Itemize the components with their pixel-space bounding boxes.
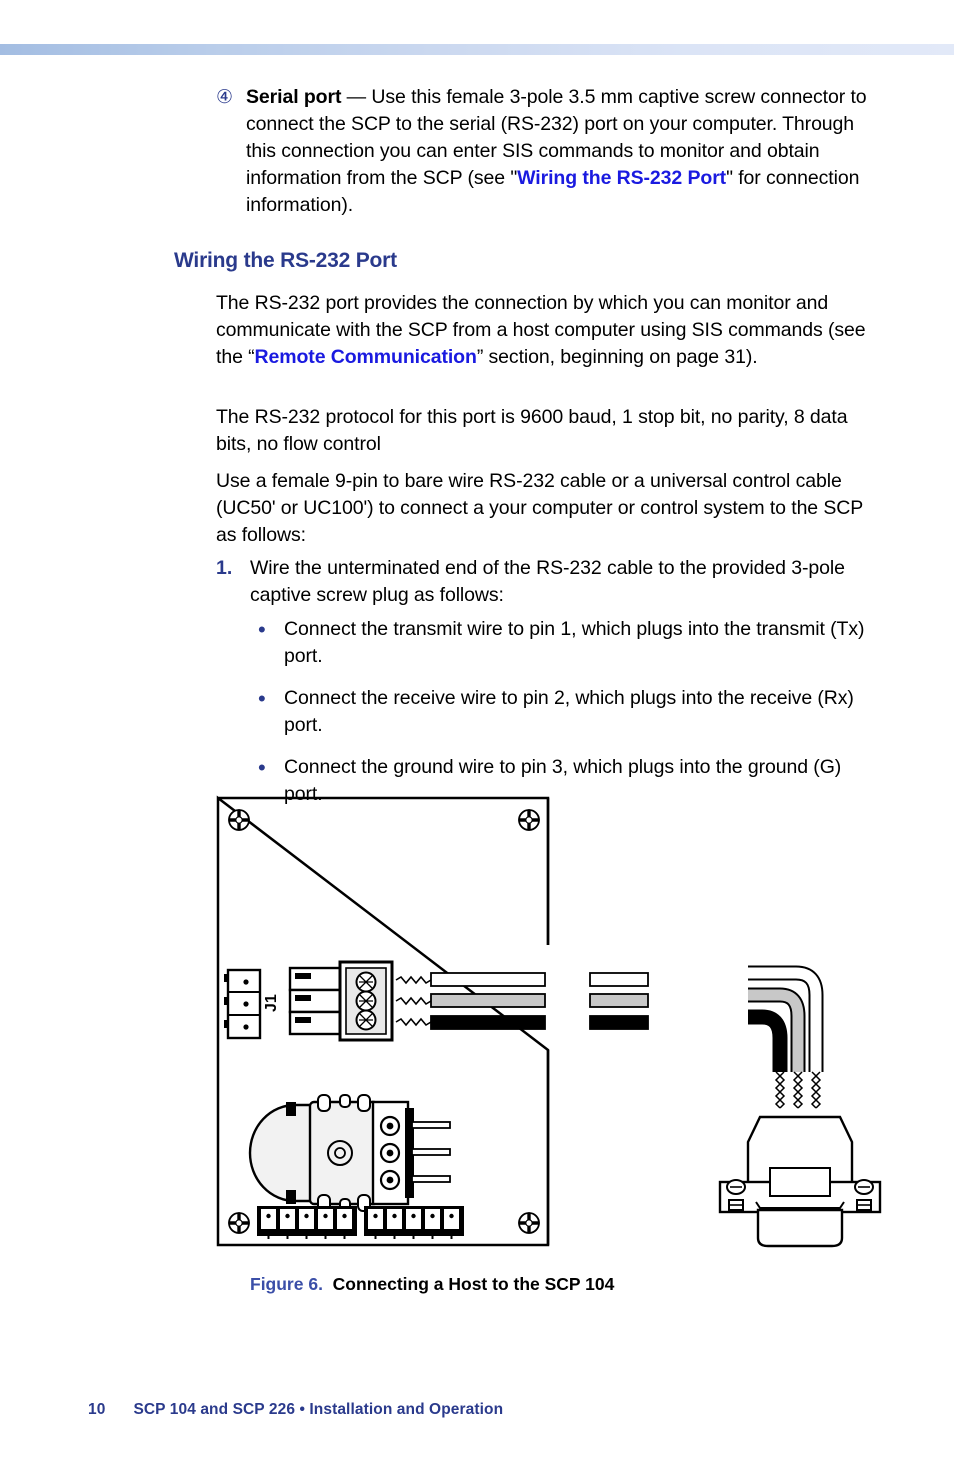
figure-number: Figure 6. xyxy=(250,1274,323,1294)
step-item-1: 1. Wire the unterminated end of the RS-2… xyxy=(216,555,876,609)
link-remote-communication[interactable]: Remote Communication xyxy=(255,346,477,368)
list-item: • Connect the transmit wire to pin 1, wh… xyxy=(252,616,882,670)
header-gradient-bar xyxy=(0,44,954,55)
potentiometer-component-icon xyxy=(248,1094,451,1212)
pcb-wiring-diagram-svg: J1 xyxy=(216,795,882,1248)
circled-number-icon: ④ xyxy=(216,86,234,108)
mounting-screw-icon xyxy=(228,809,250,831)
callout-term: Serial port xyxy=(246,86,342,108)
step-number: 1. xyxy=(216,557,233,579)
list-item: • Connect the receive wire to pin 2, whi… xyxy=(252,685,882,739)
figure-connecting-host-diagram: J1 xyxy=(200,790,900,1260)
terminal-screw-icon xyxy=(355,1009,377,1031)
bullet-text: Connect the transmit wire to pin 1, whic… xyxy=(284,618,865,667)
bullet-dot-icon: • xyxy=(258,686,266,711)
step-text: Wire the unterminated end of the RS-232 … xyxy=(250,557,845,606)
terminal-screw-icon xyxy=(355,971,377,993)
section-heading-wiring-rs232: Wiring the RS-232 Port xyxy=(174,249,397,272)
receive-wire-gray xyxy=(395,993,546,1008)
callout-text: Serial port — Use this female 3-pole 3.5… xyxy=(246,84,876,219)
footer-page-number: 10 xyxy=(88,1401,106,1418)
db9-connector-icon xyxy=(718,1115,882,1248)
bullet-text: Connect the receive wire to pin 2, which… xyxy=(284,687,854,736)
callout-serial-port: ④ Serial port — Use this female 3-pole 3… xyxy=(216,84,876,219)
cable-run-segments xyxy=(589,972,649,1030)
paragraph-rs232-protocol: The RS-232 protocol for this port is 960… xyxy=(216,406,848,455)
bullet-dot-icon: • xyxy=(258,617,266,642)
paragraph-1-after: ” section, beginning on page 31). xyxy=(476,346,758,368)
page-footer: 10 SCP 104 and SCP 226 • Installation and… xyxy=(88,1401,503,1419)
footer-title: SCP 104 and SCP 226 • Installation and O… xyxy=(133,1401,504,1418)
db9-wire-bundle xyxy=(748,965,824,1109)
terminal-block-right xyxy=(364,1206,464,1239)
callout-dash: — xyxy=(341,86,372,108)
paragraph-rs232-overview: The RS-232 port provides the connection … xyxy=(216,290,878,371)
ground-wire-black xyxy=(395,1015,546,1030)
link-wiring-rs232-port[interactable]: Wiring the RS-232 Port xyxy=(517,167,726,189)
mounting-screw-icon xyxy=(228,1212,250,1234)
paragraph-cable-instructions: Use a female 9-pin to bare wire RS-232 c… xyxy=(216,470,863,546)
figure-caption: Figure 6. Connecting a Host to the SCP 1… xyxy=(250,1274,614,1295)
transmit-wire-white xyxy=(395,972,546,987)
figure-title: Connecting a Host to the SCP 104 xyxy=(332,1274,615,1294)
document-page: ④ Serial port — Use this female 3-pole 3… xyxy=(0,0,954,1475)
mounting-screw-icon xyxy=(518,809,540,831)
terminal-screw-icon xyxy=(355,990,377,1012)
j1-label: J1 xyxy=(263,994,280,1012)
terminal-block-left xyxy=(257,1206,357,1239)
mounting-screw-icon xyxy=(518,1212,540,1234)
bullet-dot-icon: • xyxy=(258,755,266,780)
captive-screw-plug xyxy=(288,960,394,1042)
j1-pin-header-icon xyxy=(224,968,262,1040)
